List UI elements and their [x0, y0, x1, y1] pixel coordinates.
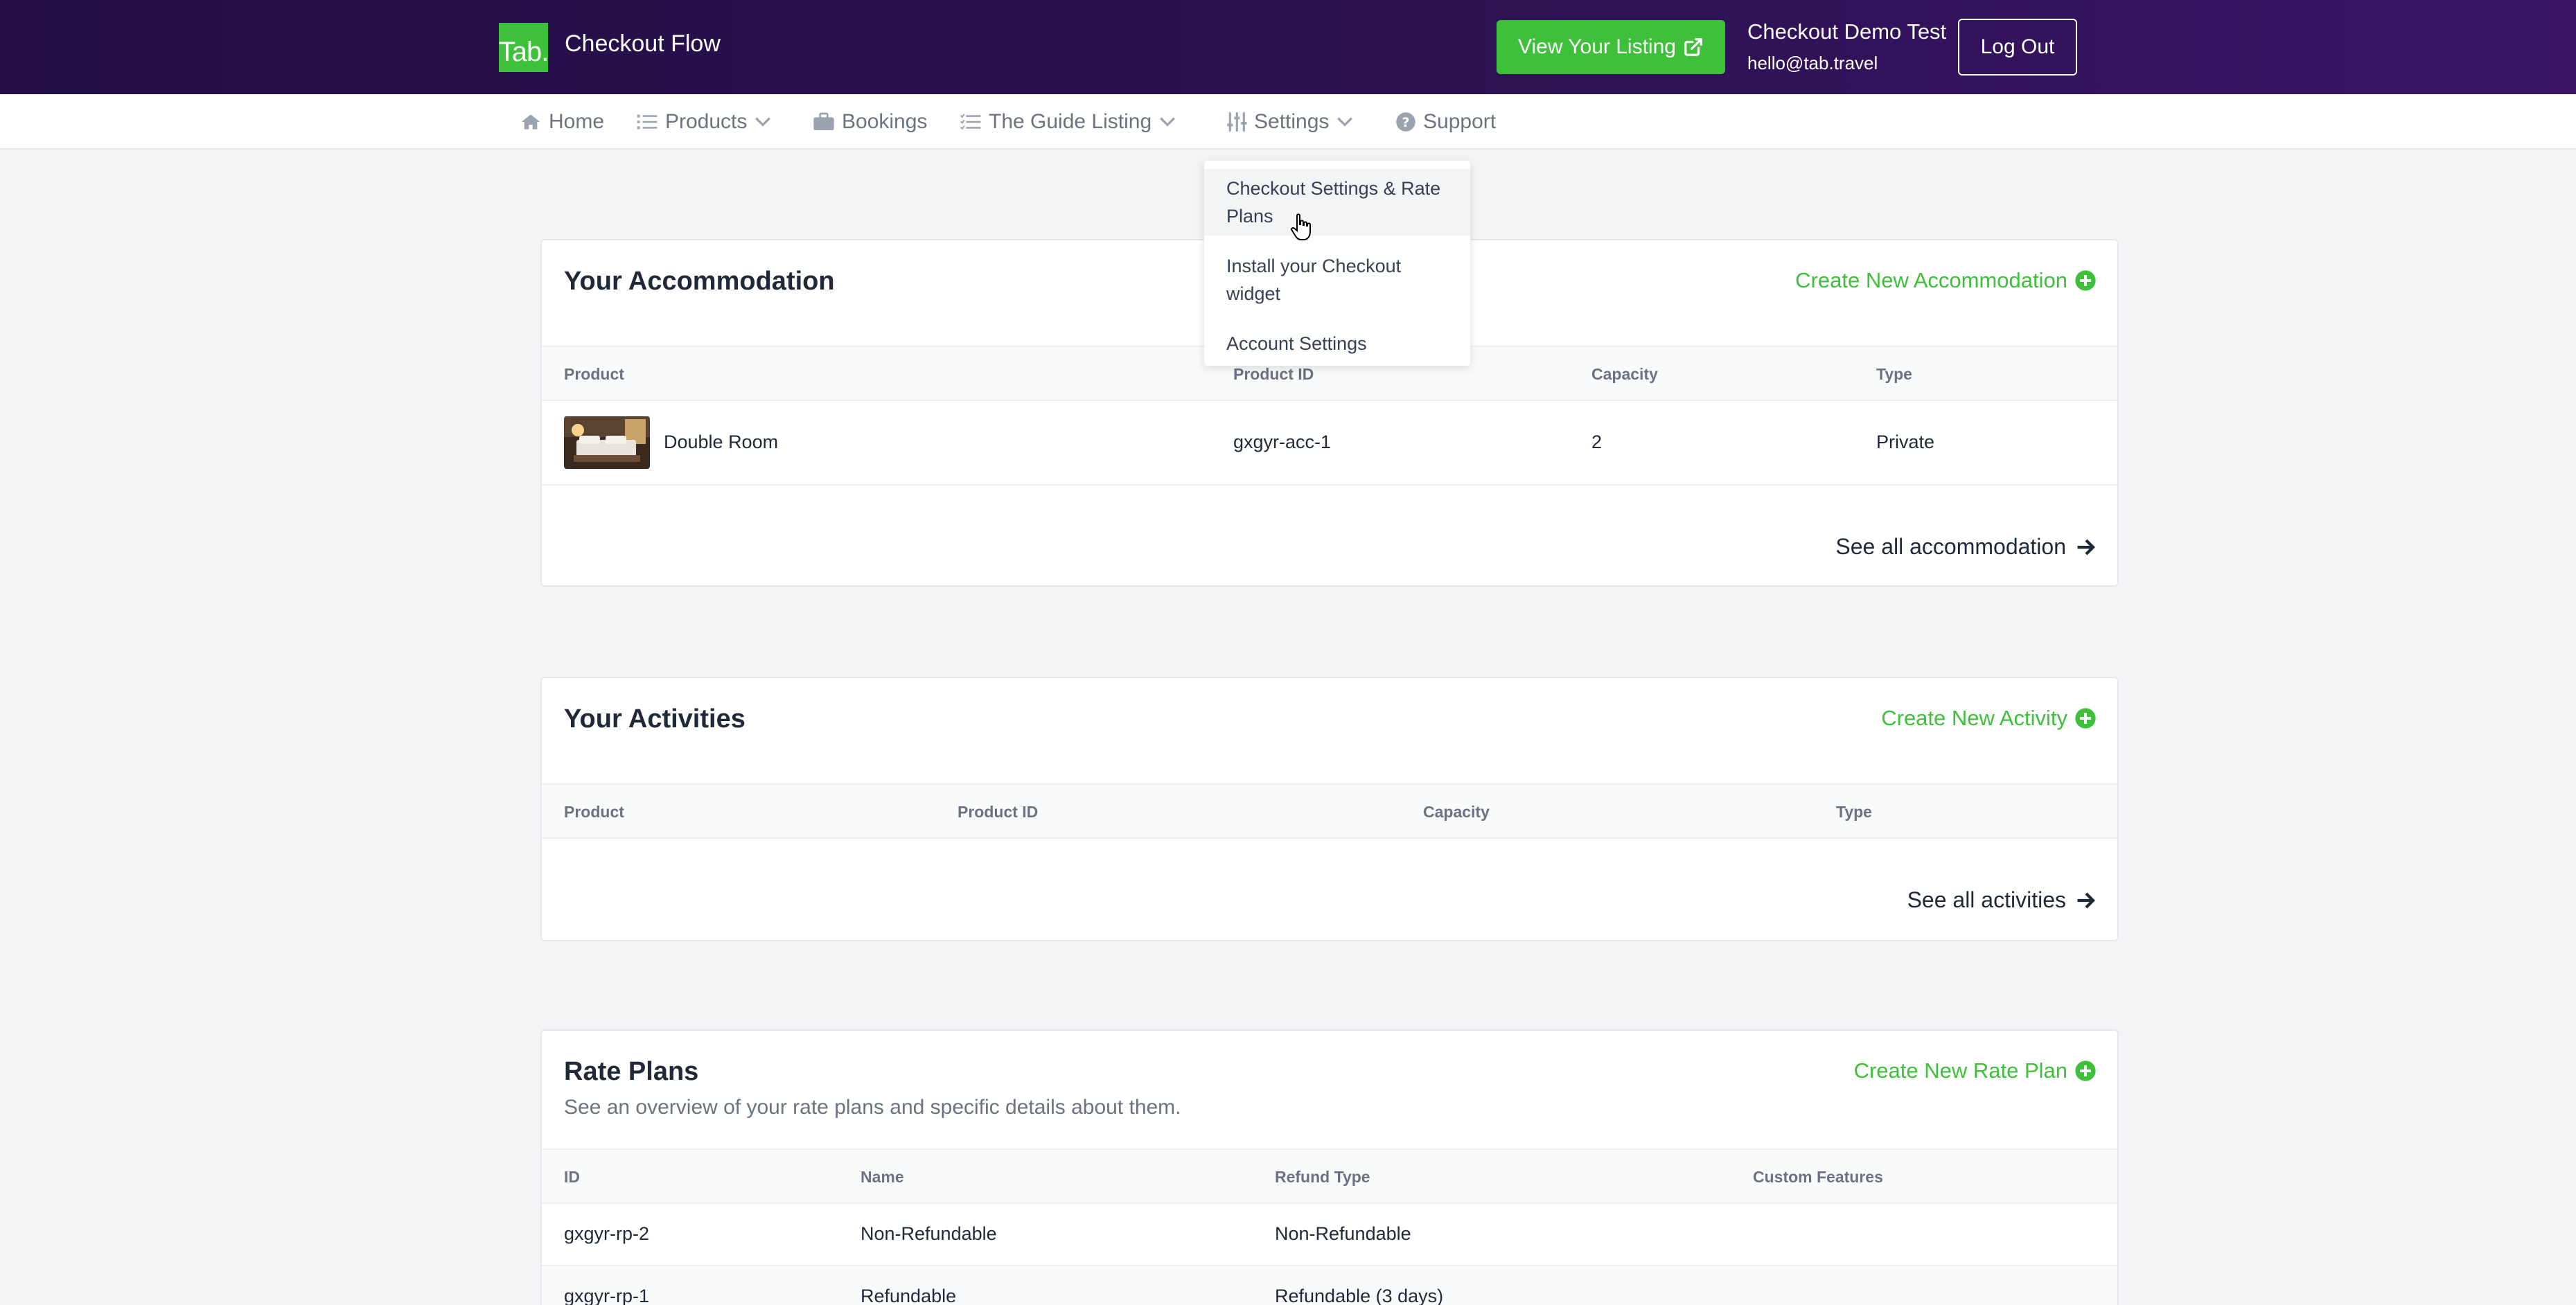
- nav-support[interactable]: ? Support: [1395, 109, 1496, 134]
- table-row[interactable]: Double Room gxgyr-acc-1 2 Private: [542, 401, 2117, 486]
- nav-products[interactable]: Products: [636, 109, 772, 134]
- product-type: Private: [1876, 432, 1935, 452]
- plus-circle-icon: [2075, 708, 2096, 729]
- top-header: Tab. Checkout Flow View Your Listing Che…: [0, 0, 2576, 94]
- rate-plans-title: Rate Plans: [564, 1057, 699, 1086]
- nav-settings-label: Settings: [1254, 110, 1330, 133]
- column-header: Product: [564, 803, 624, 821]
- svg-text:?: ?: [1402, 116, 1410, 130]
- menu-item-line: Plans: [1226, 206, 1273, 227]
- see-all-activities-link[interactable]: See all activities: [1907, 887, 2097, 913]
- see-all-accommodation-label: See all accommodation: [1835, 534, 2066, 559]
- checklist-icon: [960, 114, 981, 130]
- arrow-right-icon: [2077, 891, 2096, 909]
- rate-plan-refund-type: Non-Refundable: [1275, 1223, 1411, 1244]
- create-rate-plan-label: Create New Rate Plan: [1853, 1058, 2067, 1083]
- menu-item-line: Account Settings: [1226, 333, 1367, 354]
- column-header: Type: [1876, 365, 1912, 383]
- menu-item-account-settings[interactable]: Account Settings: [1204, 324, 1470, 363]
- hand-cursor-icon: [1291, 213, 1311, 240]
- see-all-accommodation-link[interactable]: See all accommodation: [1835, 534, 2097, 560]
- list-icon: [637, 114, 658, 130]
- nav-settings[interactable]: Settings: [1226, 109, 1354, 134]
- create-accommodation-label: Create New Accommodation: [1795, 268, 2067, 292]
- rate-plan-name: Non-Refundable: [861, 1223, 997, 1244]
- column-header: Product: [564, 365, 624, 383]
- main-nav: Home Products Bookings The Guide Listing…: [0, 94, 2576, 150]
- activities-table-header: Product Product ID Capacity Type: [542, 783, 2117, 839]
- nav-bookings-label: Bookings: [842, 110, 928, 133]
- column-header: ID: [564, 1168, 580, 1186]
- user-email: hello@tab.travel: [1747, 53, 1878, 73]
- create-rate-plan-link[interactable]: Create New Rate Plan: [1854, 1058, 2097, 1083]
- column-header: Capacity: [1423, 803, 1490, 821]
- column-header: Type: [1836, 803, 1872, 821]
- column-header: Refund Type: [1275, 1168, 1370, 1186]
- column-header: Product ID: [958, 803, 1039, 821]
- rate-plans-subtitle: See an overview of your rate plans and s…: [564, 1096, 1181, 1119]
- rate-plan-id: gxgyr-rp-2: [564, 1223, 650, 1244]
- nav-home-label: Home: [549, 110, 605, 133]
- home-icon: [521, 114, 540, 130]
- nav-guide-listing-label: The Guide Listing: [989, 110, 1152, 133]
- brand-title: Checkout Flow: [565, 30, 721, 57]
- column-header: Product ID: [1233, 365, 1314, 383]
- nav-support-label: Support: [1423, 110, 1497, 133]
- activities-title: Your Activities: [564, 704, 746, 734]
- accommodation-title: Your Accommodation: [564, 267, 835, 296]
- settings-dropdown-menu: Checkout Settings & Rate Plans Install y…: [1204, 161, 1470, 366]
- product-name: Double Room: [664, 432, 779, 452]
- menu-item-checkout-settings[interactable]: Checkout Settings & Rate Plans: [1204, 169, 1470, 236]
- menu-item-line: Checkout Settings & Rate: [1226, 178, 1441, 199]
- rate-plan-refund-type: Refundable (3 days): [1275, 1286, 1444, 1305]
- suitcase-icon: [813, 112, 834, 130]
- table-row[interactable]: gxgyr-rp-2 Non-Refundable Non-Refundable: [542, 1204, 2117, 1266]
- tab-logo[interactable]: Tab.: [499, 23, 549, 72]
- column-header: Name: [861, 1168, 904, 1186]
- nav-bookings[interactable]: Bookings: [813, 109, 927, 134]
- column-header: Custom Features: [1753, 1168, 1883, 1186]
- view-listing-label: View Your Listing: [1518, 35, 1676, 58]
- activities-card: Your Activities Create New Activity Prod…: [540, 677, 2119, 941]
- chevron-down-icon: [755, 117, 771, 127]
- plus-circle-icon: [2075, 270, 2096, 291]
- room-thumbnail: [564, 416, 650, 469]
- create-activity-label: Create New Activity: [1881, 706, 2067, 730]
- logout-button[interactable]: Log Out: [1958, 19, 2077, 76]
- user-name: Checkout Demo Test: [1747, 19, 1947, 44]
- rate-plan-id: gxgyr-rp-1: [564, 1286, 650, 1305]
- menu-item-line: widget: [1226, 283, 1281, 304]
- external-link-icon: [1684, 38, 1702, 56]
- sliders-icon: [1227, 112, 1247, 132]
- create-accommodation-link[interactable]: Create New Accommodation: [1795, 268, 2097, 293]
- create-activity-link[interactable]: Create New Activity: [1881, 706, 2097, 731]
- nav-home[interactable]: Home: [520, 109, 604, 134]
- chevron-down-icon: [1160, 117, 1176, 127]
- rate-plan-name: Refundable: [861, 1286, 957, 1305]
- see-all-activities-label: See all activities: [1907, 887, 2066, 912]
- arrow-right-icon: [2077, 538, 2096, 556]
- rate-plans-card: Rate Plans See an overview of your rate …: [540, 1029, 2119, 1305]
- column-header: Capacity: [1591, 365, 1658, 383]
- menu-item-install-widget[interactable]: Install your Checkout widget: [1204, 247, 1470, 313]
- chevron-down-icon: [1337, 117, 1353, 127]
- product-id: gxgyr-acc-1: [1233, 432, 1332, 452]
- menu-item-line: Install your Checkout: [1226, 256, 1402, 276]
- table-row[interactable]: gxgyr-rp-1 Refundable Refundable (3 days…: [542, 1266, 2117, 1305]
- plus-circle-icon: [2075, 1060, 2096, 1081]
- nav-products-label: Products: [665, 110, 748, 133]
- rate-plans-table-header: ID Name Refund Type Custom Features: [542, 1148, 2117, 1204]
- question-circle-icon: ?: [1396, 112, 1415, 132]
- view-listing-button[interactable]: View Your Listing: [1497, 20, 1725, 74]
- nav-guide-listing[interactable]: The Guide Listing: [960, 109, 1176, 134]
- product-capacity: 2: [1591, 432, 1603, 452]
